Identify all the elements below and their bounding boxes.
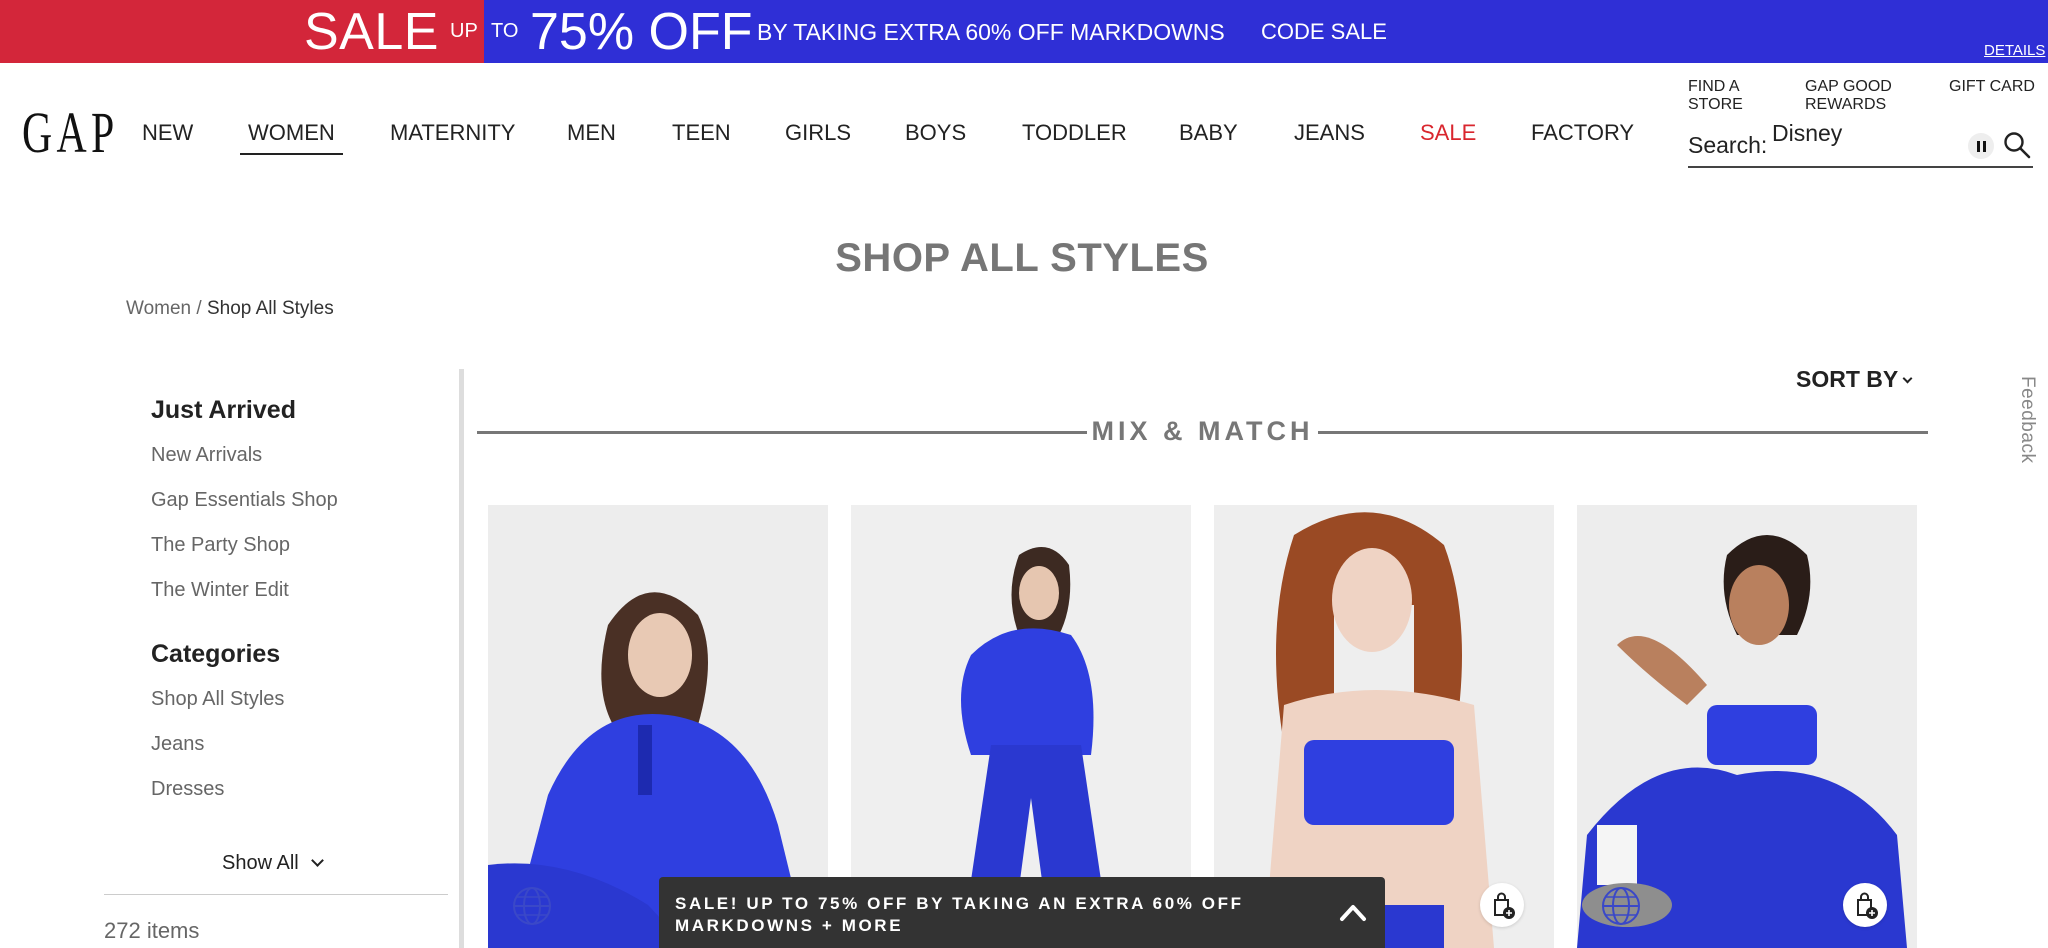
section-rule-left [477,431,1087,434]
sidebar-link-new-arrivals[interactable]: New Arrivals [151,444,262,467]
search-icon[interactable] [2002,130,2032,160]
nav-item-boys[interactable]: BOYS [905,119,966,147]
sort-by-label: SORT BY [1796,366,1899,392]
rewards-link[interactable]: GAP GOOD REWARDS [1805,78,1892,114]
pause-icon-bar-left [1976,140,1980,152]
shopping-bag-icon [1857,892,1878,919]
search-bar: Search: [1688,120,2033,168]
chevron-up-icon[interactable] [1339,899,1367,927]
sort-by-button[interactable]: SORT BY [1796,366,1913,393]
product-card[interactable] [1577,505,1917,948]
rewards-line1: GAP GOOD [1805,78,1892,95]
breadcrumb-current: Shop All Styles [206,298,334,319]
sidebar-link-dresses[interactable]: Dresses [151,778,224,801]
page-title: SHOP ALL STYLES [835,236,1209,280]
sidebar-link-shop-all-styles[interactable]: Shop All Styles [151,688,284,711]
promo-details-link[interactable]: DETAILS [1984,42,2045,59]
breadcrumb-separator: / [191,298,207,319]
sale-drawer[interactable]: SALE! UP TO 75% OFF BY TAKING AN EXTRA 6… [659,877,1385,948]
find-store-link[interactable]: FIND A STORE [1688,78,1743,114]
promo-sale-text: SALE [304,3,439,61]
promo-banner[interactable]: SALE UP TO 75% OFF BY TAKING EXTRA 60% O… [0,0,2048,63]
show-all-button[interactable]: Show All [222,852,324,875]
product-image [1577,505,1917,948]
promo-to-text: TO [491,20,519,42]
show-all-label: Show All [222,852,299,874]
promo-blue-panel: TO 75% OFF BY TAKING EXTRA 60% OFF MARKD… [484,0,2048,63]
shopping-bag-icon [1494,892,1515,919]
nav-item-sale[interactable]: SALE [1420,119,1476,147]
item-count: 272 items [104,918,200,943]
promo-markdowns-text: BY TAKING EXTRA 60% OFF MARKDOWNS [757,19,1225,45]
nav-item-girls[interactable]: GIRLS [785,119,851,147]
sidebar-link-jeans[interactable]: Jeans [151,733,204,756]
add-to-bag-button[interactable] [1480,883,1524,927]
sidebar-link-essentials[interactable]: Gap Essentials Shop [151,489,338,512]
nav-item-teen[interactable]: TEEN [672,119,731,147]
nav-item-new[interactable]: NEW [142,119,193,147]
rewards-line2: REWARDS [1805,96,1887,113]
sidebar-link-party-shop[interactable]: The Party Shop [151,534,290,557]
promo-red-panel: SALE UP [0,0,484,63]
nav-item-men[interactable]: MEN [567,119,616,147]
section-title: MIX & MATCH [1091,416,1314,446]
page-root: SALE UP TO 75% OFF BY TAKING EXTRA 60% O… [0,0,2048,948]
promo-up-text: UP [450,20,478,42]
section-rule-right [1318,431,1928,434]
nav-item-jeans[interactable]: JEANS [1294,119,1365,147]
sidebar-heading-categories: Categories [151,640,281,668]
feedback-tab[interactable]: Feedback [2016,376,2038,463]
breadcrumb: Women / Shop All Styles [126,298,334,320]
gift-card-link[interactable]: GIFT CARD [1949,78,2035,96]
globe-icon[interactable] [510,884,554,928]
pause-icon-bar-right [1982,140,1986,152]
nav-item-women[interactable]: WOMEN [240,119,343,155]
chevron-down-icon [1902,373,1913,384]
search-label: Search: [1688,132,1768,158]
breadcrumb-women-link[interactable]: Women [126,298,191,319]
find-store-line1: FIND A [1688,78,1740,95]
search-input[interactable] [1772,120,1972,147]
sidebar-scrollbar[interactable] [459,369,464,948]
find-store-line2: STORE [1688,96,1743,113]
sidebar-heading-just-arrived: Just Arrived [151,396,296,424]
chevron-down-icon [310,854,324,867]
sale-drawer-text: SALE! UP TO 75% OFF BY TAKING AN EXTRA 6… [675,894,1244,935]
nav-item-maternity[interactable]: MATERNITY [390,119,515,147]
globe-icon[interactable] [1599,884,1643,928]
gap-logo[interactable]: GAP [22,104,119,162]
promo-code-text: CODE SALE [1261,19,1387,44]
nav-item-baby[interactable]: BABY [1179,119,1238,147]
sidebar-link-winter-edit[interactable]: The Winter Edit [151,579,289,602]
sidebar-divider-rule [104,894,448,895]
promo-percent-text: 75% OFF [530,3,753,61]
pause-button[interactable] [1968,133,1994,159]
add-to-bag-button[interactable] [1843,883,1887,927]
nav-item-factory[interactable]: FACTORY [1531,119,1634,147]
nav-item-toddler[interactable]: TODDLER [1022,119,1127,147]
